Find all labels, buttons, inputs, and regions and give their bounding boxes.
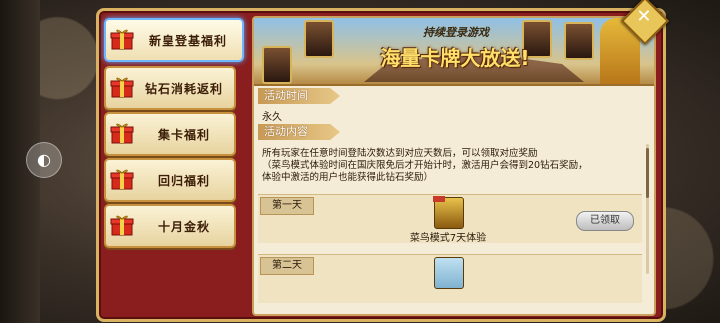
tab-card-collection-welfare[interactable]: 集卡福利 <box>104 112 236 156</box>
tab-label: 回归福利 <box>157 173 210 188</box>
activity-description: 所有玩家在任意时间登陆次数达到对应天数后，可以领取对应奖励 （菜鸟模式体验时间在… <box>262 148 588 183</box>
tab-label: 钻石消耗返利 <box>144 81 223 96</box>
gift-icon <box>110 169 134 190</box>
gift-icon <box>110 77 134 98</box>
content-scrollbar[interactable] <box>646 144 649 274</box>
banner-title: 海量卡牌大放送! <box>380 46 530 70</box>
activity-content-tag: 活动内容 <box>258 124 340 140</box>
gift-icon <box>110 123 134 144</box>
hero-card-thumb <box>304 20 334 58</box>
reward-row: 第一天 菜鸟模式7天体验 已领取 <box>258 194 642 244</box>
close-icon: ✕ <box>636 6 652 28</box>
event-banner: 持续登录游戏 海量卡牌大放送! <box>254 18 654 86</box>
hero-card-thumb <box>564 22 594 60</box>
gift-icon <box>110 215 134 236</box>
tab-label: 集卡福利 <box>157 127 210 142</box>
rookie-mode-card-icon <box>433 196 464 229</box>
tab-new-emperor-welfare[interactable]: 新皇登基福利 <box>104 18 244 62</box>
scrollbar-thumb[interactable] <box>646 148 649 198</box>
claimed-button[interactable]: 已领取 <box>576 211 634 231</box>
tab-label: 新皇登基福利 <box>148 33 227 48</box>
hero-card-thumb <box>262 46 292 84</box>
banner-subtitle: 持续登录游戏 <box>423 26 489 39</box>
event-content: 持续登录游戏 海量卡牌大放送! 活动时间 永久 活动内容 所有玩家在任意时间登陆… <box>252 16 656 316</box>
day-label: 第一天 <box>260 197 314 215</box>
activity-time-value: 永久 <box>262 112 282 123</box>
day-label: 第二天 <box>260 257 314 275</box>
reward-row: 第二天 <box>258 254 642 303</box>
floating-menu-button[interactable]: ◐ <box>26 142 62 178</box>
tab-label: 十月金秋 <box>157 219 210 234</box>
activity-time-tag: 活动时间 <box>258 88 340 104</box>
reward-name: 菜鸟模式7天体验 <box>409 233 487 244</box>
tab-diamond-rebate[interactable]: 钻石消耗返利 <box>104 66 236 110</box>
tab-return-welfare[interactable]: 回归福利 <box>104 158 236 202</box>
gift-icon <box>110 29 134 50</box>
reward-card-icon <box>434 257 464 289</box>
tab-golden-october[interactable]: 十月金秋 <box>104 204 236 248</box>
